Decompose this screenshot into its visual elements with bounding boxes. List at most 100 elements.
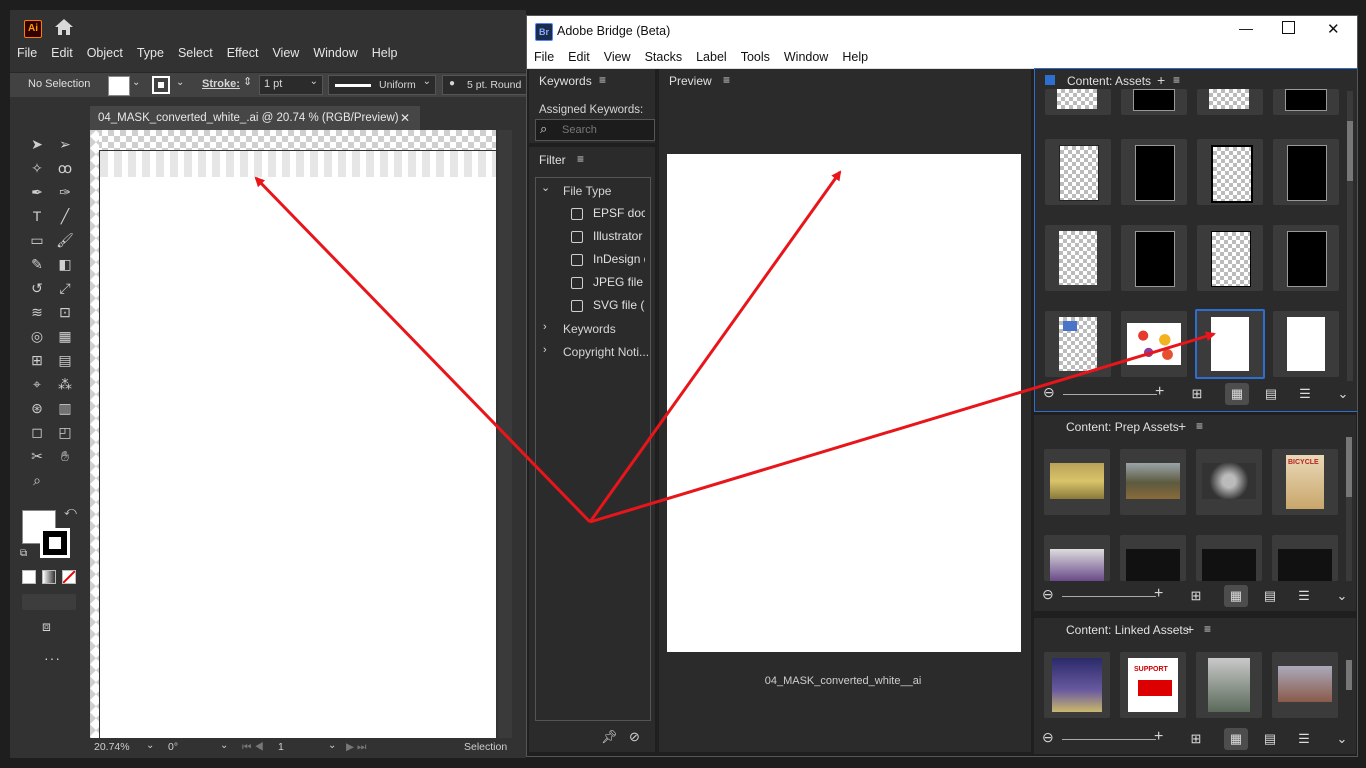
scrollbar[interactable] xyxy=(1347,91,1353,381)
home-icon[interactable] xyxy=(54,18,74,36)
warp-tool-icon[interactable]: ≋ xyxy=(26,302,48,322)
list-view-icon[interactable]: ☰ xyxy=(1292,585,1316,607)
graph-tool-icon[interactable]: ▥ xyxy=(54,398,76,418)
asset-thumbnail[interactable] xyxy=(1045,139,1111,205)
asset-thumbnail[interactable] xyxy=(1273,89,1339,115)
asset-thumbnail[interactable] xyxy=(1273,225,1339,291)
clear-filter-icon[interactable]: ⊘ xyxy=(629,729,640,745)
menu-effect[interactable]: Effect xyxy=(220,42,266,64)
selection-tool-icon[interactable]: ➤ xyxy=(26,134,48,154)
symbol-sprayer-icon[interactable]: ⊛ xyxy=(26,398,48,418)
lasso-icon[interactable]: ꝏ xyxy=(54,158,76,178)
chevron-down-icon[interactable]: ⌄ xyxy=(176,77,184,88)
chevron-right-icon[interactable]: › xyxy=(543,321,547,333)
close-icon[interactable]: ✕ xyxy=(400,106,410,130)
asset-thumbnail[interactable] xyxy=(1045,225,1111,291)
linked-asset-thumbnail[interactable] xyxy=(1272,652,1338,718)
asset-thumbnail[interactable] xyxy=(1121,311,1187,377)
thumbnail-view-icon[interactable]: ▦ xyxy=(1225,383,1249,405)
zoom-tool-icon[interactable]: ⌕ xyxy=(26,470,48,490)
details-view-icon[interactable]: ▤ xyxy=(1258,585,1282,607)
more-tools-icon[interactable]: ··· xyxy=(44,650,61,666)
copyright-category[interactable]: Copyright Noti... xyxy=(563,345,649,359)
asset-thumbnail[interactable] xyxy=(1045,89,1111,115)
drawing-modes[interactable] xyxy=(22,594,76,610)
menu-window[interactable]: Window xyxy=(777,46,835,68)
chevron-down-icon[interactable]: ⌄ xyxy=(1330,728,1354,750)
asset-thumbnail[interactable] xyxy=(1273,311,1339,377)
grid-lock-icon[interactable]: ⊞ xyxy=(1184,585,1208,607)
file-type-category[interactable]: File Type xyxy=(563,184,611,198)
chevron-down-icon[interactable]: ⌄ xyxy=(328,740,336,751)
checkbox[interactable] xyxy=(571,230,583,243)
menu-select[interactable]: Select xyxy=(171,42,220,64)
menu-type[interactable]: Type xyxy=(130,42,171,64)
filter-item-svg[interactable]: SVG file (3 xyxy=(571,298,645,312)
last-artboard-icon[interactable]: ▶ ⏭ xyxy=(346,741,366,754)
knife-tool-icon[interactable]: ✂ xyxy=(26,446,48,466)
chevron-down-icon[interactable]: ⌄ xyxy=(220,740,228,751)
panel-menu-icon[interactable]: ≡ xyxy=(599,73,606,87)
zoom-level[interactable]: 20.74% xyxy=(94,741,130,753)
artboard-tool-icon[interactable]: ◻ xyxy=(26,422,48,442)
scale-tool-icon[interactable]: ⤢ xyxy=(54,278,76,298)
variable-width-profile[interactable]: Uniform ⌄ xyxy=(328,75,436,95)
pen-tool-icon[interactable]: ✒ xyxy=(26,182,48,202)
scrollbar[interactable] xyxy=(1346,660,1352,690)
details-view-icon[interactable]: ▤ xyxy=(1259,383,1283,405)
prep-asset-thumbnail[interactable] xyxy=(1120,449,1186,515)
stroke-stepper-icon[interactable]: ⇕ xyxy=(243,75,252,88)
asset-thumbnail[interactable] xyxy=(1121,89,1187,115)
minimize-icon[interactable]: — xyxy=(1239,20,1253,36)
zoom-out-icon[interactable]: ⊖ xyxy=(1042,729,1054,746)
default-colors-icon[interactable]: ⧉ xyxy=(20,548,27,559)
menu-file[interactable]: File xyxy=(527,46,561,68)
zoom-in-icon[interactable]: + xyxy=(1154,585,1163,603)
rotation-value[interactable]: 0° xyxy=(168,741,178,753)
chevron-down-icon[interactable]: ⌄ xyxy=(541,181,550,194)
asset-thumbnail-selected[interactable] xyxy=(1195,309,1265,379)
fill-swatch[interactable] xyxy=(108,76,130,96)
eyedropper-icon[interactable]: ⌖ xyxy=(26,374,48,394)
chevron-down-icon[interactable]: ⌄ xyxy=(1331,383,1355,405)
close-icon[interactable]: ✕ xyxy=(1327,20,1340,38)
grid-lock-icon[interactable]: ⊞ xyxy=(1184,728,1208,750)
menu-file[interactable]: File xyxy=(10,42,44,64)
prep-asset-thumbnail[interactable] xyxy=(1196,535,1262,581)
asset-thumbnail[interactable] xyxy=(1273,139,1339,205)
rotate-tool-icon[interactable]: ↺ xyxy=(26,278,48,298)
asset-thumbnail[interactable] xyxy=(1045,311,1111,377)
blend-tool-icon[interactable]: ⁂ xyxy=(54,374,76,394)
prep-asset-thumbnail[interactable] xyxy=(1120,535,1186,581)
keyword-search-field[interactable]: ⌕ Search xyxy=(535,119,655,141)
vertical-scrollbar[interactable] xyxy=(498,130,512,738)
paintbrush-icon[interactable]: 🖌︎ xyxy=(54,230,76,250)
checkbox[interactable] xyxy=(571,299,583,312)
artboard[interactable] xyxy=(99,150,496,739)
menu-object[interactable]: Object xyxy=(80,42,130,64)
shaper-tool-icon[interactable]: ✎ xyxy=(26,254,48,274)
gradient-tool-icon[interactable]: ▤ xyxy=(54,350,76,370)
thumbnail-view-icon[interactable]: ▦ xyxy=(1224,585,1248,607)
eraser-icon[interactable]: ◧ xyxy=(54,254,76,274)
stroke-weight-field[interactable]: 1 pt ⌄ xyxy=(259,75,323,95)
menu-help[interactable]: Help xyxy=(835,46,875,68)
checkbox[interactable] xyxy=(571,253,583,266)
document-tab[interactable]: 04_MASK_converted_white_.ai @ 20.74 % (R… xyxy=(90,106,420,130)
line-tool-icon[interactable]: ╱ xyxy=(54,206,76,226)
stroke-swatch[interactable] xyxy=(152,76,170,94)
chevron-down-icon[interactable]: ⌄ xyxy=(132,77,140,88)
artboard-number[interactable]: 1 xyxy=(278,741,284,753)
checkbox[interactable] xyxy=(571,276,583,289)
asset-thumbnail[interactable] xyxy=(1197,139,1263,205)
perspective-grid-icon[interactable]: ▦ xyxy=(54,326,76,346)
zoom-out-icon[interactable]: ⊖ xyxy=(1042,586,1054,603)
shape-builder-icon[interactable]: ◎ xyxy=(26,326,48,346)
first-artboard-icon[interactable]: ⏮ ◀ xyxy=(242,741,264,754)
prep-asset-thumbnail[interactable]: BICYCLE xyxy=(1272,449,1338,515)
menu-tools[interactable]: Tools xyxy=(734,46,777,68)
screen-mode-icon[interactable]: ⧈ xyxy=(42,618,51,635)
asset-thumbnail[interactable] xyxy=(1121,225,1187,291)
direct-selection-tool-icon[interactable]: ➢ xyxy=(54,134,76,154)
add-tab-icon[interactable]: + xyxy=(1178,418,1186,434)
